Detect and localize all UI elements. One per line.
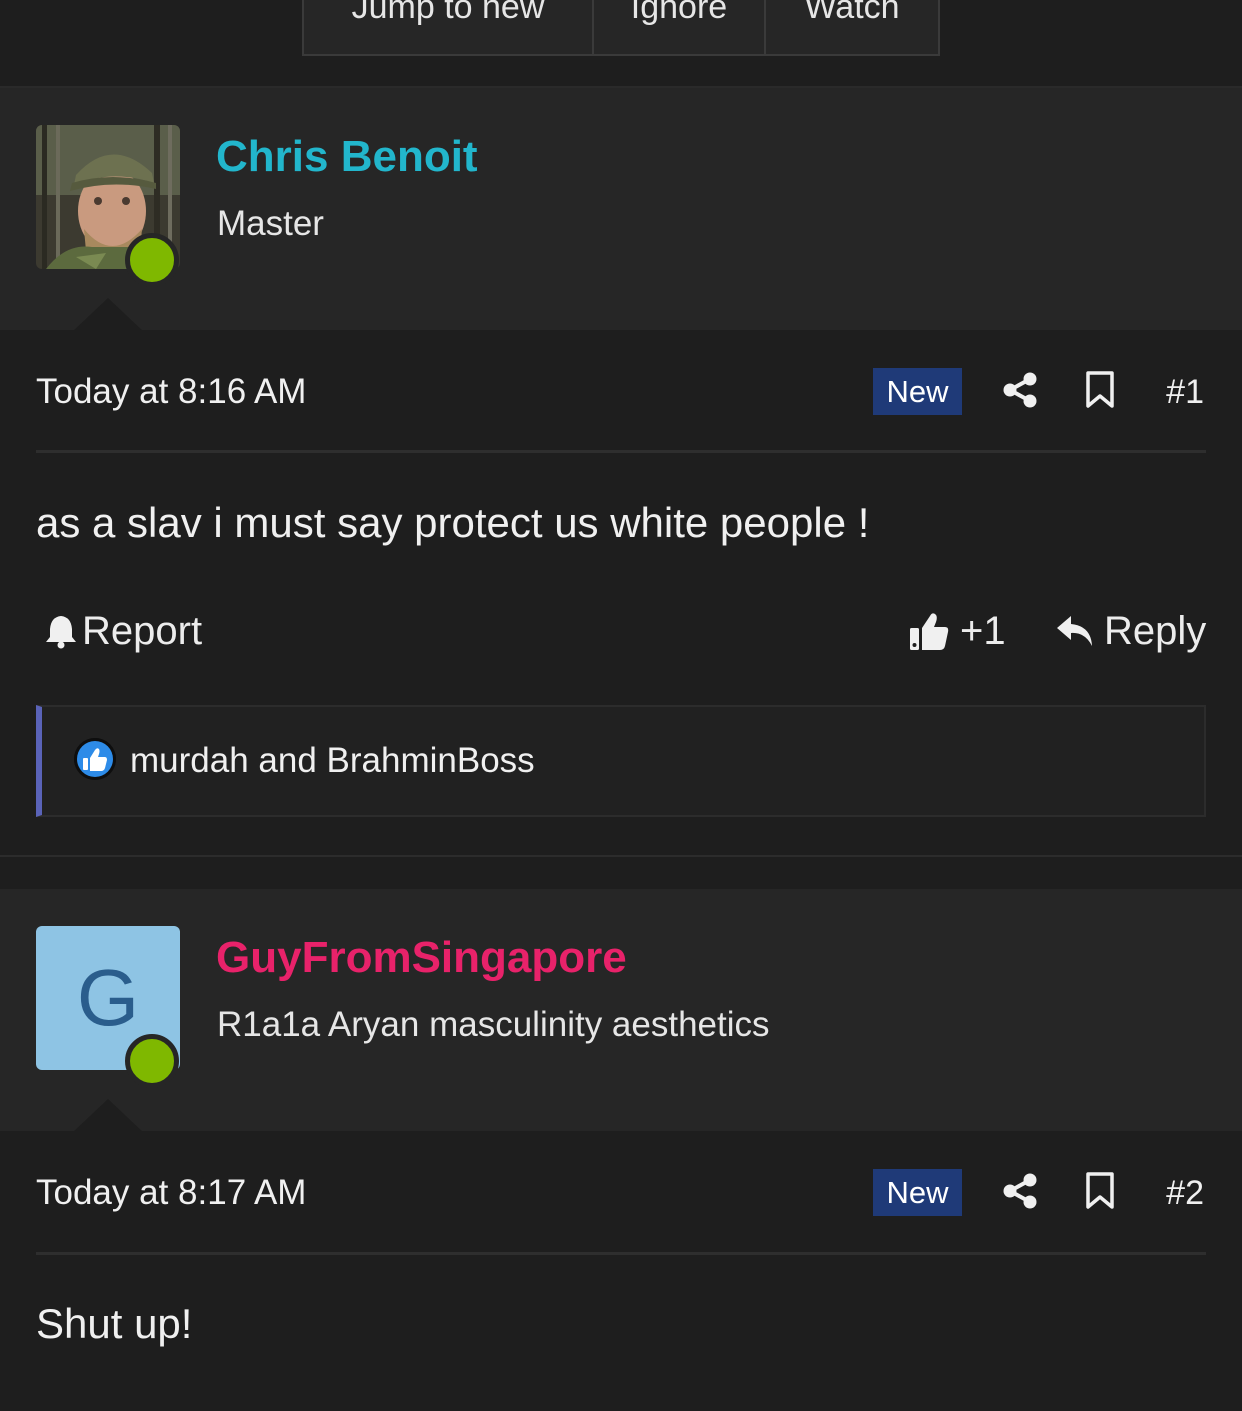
divider [36, 1252, 1206, 1255]
username[interactable]: GuyFromSingapore [216, 933, 627, 983]
like-button[interactable]: +1 [908, 608, 1006, 654]
reply-button[interactable]: Reply [1056, 608, 1206, 654]
user-title: Master [217, 204, 324, 243]
post-user-header: Chris Benoit Master [0, 88, 1242, 332]
like-count: +1 [960, 609, 1006, 653]
avatar-letter: G [76, 953, 140, 1042]
share-icon[interactable] [1002, 1173, 1038, 1209]
reactions-bar[interactable]: murdah and BrahminBoss [36, 705, 1206, 817]
like-reaction-icon [74, 738, 116, 780]
thumbs-up-icon [910, 613, 949, 650]
reply-label: Reply [1104, 609, 1207, 653]
reply-arrow-icon [1057, 616, 1092, 646]
post-number-link[interactable]: #1 [1166, 372, 1204, 412]
post-user-header: G GuyFromSingapore R1a1a Aryan masculini… [0, 889, 1242, 1133]
post-message: Shut up! [36, 1300, 193, 1347]
post-message: as a slav i must say protect us white pe… [36, 499, 870, 546]
post-timestamp[interactable]: Today at 8:16 AM [36, 372, 306, 412]
new-badge: New [873, 368, 962, 415]
ignore-button[interactable]: Ignore [592, 0, 764, 54]
post-number-link[interactable]: #2 [1166, 1173, 1204, 1213]
report-button[interactable]: Report [44, 608, 202, 654]
online-status-dot [125, 233, 179, 287]
bookmark-icon[interactable] [1085, 1172, 1115, 1210]
jump-to-new-button[interactable]: Jump to new [304, 0, 592, 54]
user-title: R1a1a Aryan masculinity aesthetics [217, 1005, 770, 1044]
user-arrow [72, 1099, 144, 1133]
post-separator [0, 855, 1242, 857]
divider [36, 450, 1206, 453]
thread-button-group: Jump to new Ignore Watch [302, 0, 940, 56]
post-timestamp[interactable]: Today at 8:17 AM [36, 1173, 306, 1213]
share-icon[interactable] [1002, 372, 1038, 408]
report-label: Report [82, 609, 203, 653]
watch-button[interactable]: Watch [764, 0, 938, 54]
user-arrow [72, 298, 144, 332]
online-status-dot [125, 1034, 179, 1088]
new-badge: New [873, 1169, 962, 1216]
thread-toolbar: Jump to new Ignore Watch [0, 0, 1242, 88]
username[interactable]: Chris Benoit [216, 132, 478, 182]
bell-icon [46, 616, 76, 649]
post-body: Today at 8:17 AM New #2 Shut up! [0, 1131, 1242, 1411]
reactions-users[interactable]: murdah and BrahminBoss [130, 741, 535, 781]
bookmark-icon[interactable] [1085, 371, 1115, 409]
post-body: Today at 8:16 AM New #1 as a slav i must… [0, 330, 1242, 856]
